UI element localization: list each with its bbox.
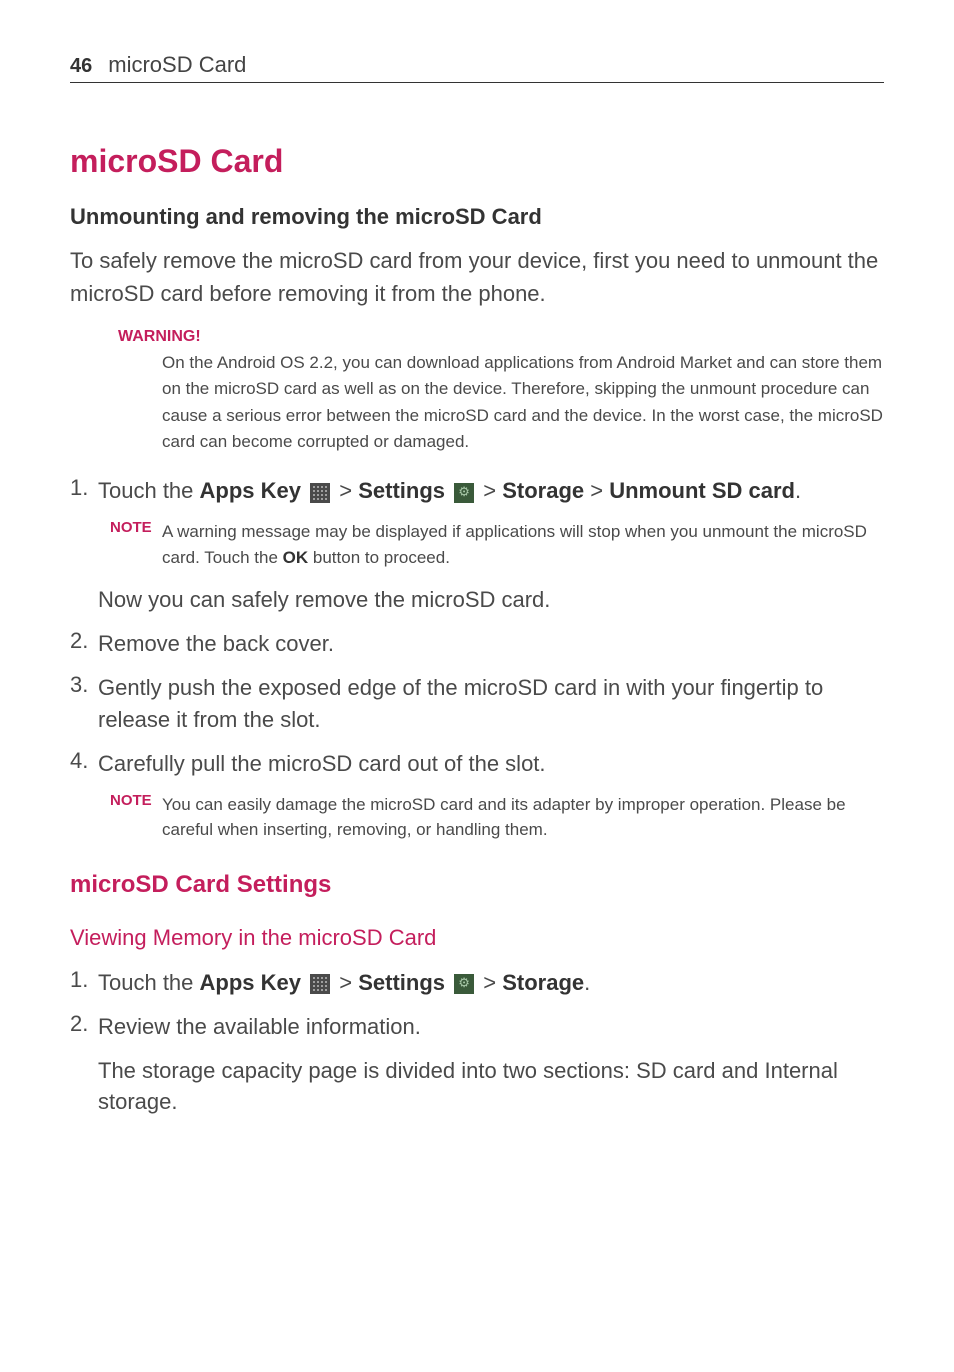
period: . — [795, 478, 801, 503]
step-content: Touch the Apps Key > Settings > Storage. — [98, 967, 590, 999]
apps-key-label: Apps Key — [200, 478, 301, 503]
settings-section-title: microSD Card Settings — [70, 871, 884, 899]
step-content: Touch the Apps Key > Settings > Storage … — [98, 475, 801, 507]
note-label: NOTE — [110, 519, 162, 570]
intro-paragraph: To safely remove the microSD card from y… — [70, 244, 884, 310]
step-number: 2. — [70, 628, 98, 660]
warning-block: WARNING! On the Android OS 2.2, you can … — [118, 328, 884, 455]
step-content: Gently push the exposed edge of the micr… — [98, 672, 884, 736]
storage-label: Storage — [502, 478, 584, 503]
unmount-label: Unmount SD card — [609, 478, 795, 503]
step1-continuation: Now you can safely remove the microSD ca… — [98, 584, 884, 616]
settings-label: Settings — [358, 478, 445, 503]
apps-key-icon — [310, 974, 330, 994]
settings-label: Settings — [358, 970, 445, 995]
apps-key-label: Apps Key — [200, 970, 301, 995]
gt1: > — [333, 970, 358, 995]
storage-label: Storage — [502, 970, 584, 995]
step-content: Remove the back cover. — [98, 628, 334, 660]
s2-step1-prefix: Touch the — [98, 970, 200, 995]
note-1: NOTE A warning message may be displayed … — [110, 519, 884, 570]
step-content: Review the available information. — [98, 1011, 421, 1043]
s2-step-2: 2. Review the available information. — [70, 1011, 884, 1043]
settings-icon — [454, 483, 474, 503]
note-text: A warning message may be displayed if ap… — [162, 519, 884, 570]
warning-text: On the Android OS 2.2, you can download … — [162, 350, 884, 455]
settings-icon — [454, 974, 474, 994]
ok-label: OK — [283, 548, 309, 567]
step-number: 1. — [70, 475, 98, 507]
note-2: NOTE You can easily damage the microSD c… — [110, 792, 884, 843]
step-content: Carefully pull the microSD card out of t… — [98, 748, 546, 780]
note-label: NOTE — [110, 792, 162, 843]
step1-prefix: Touch the — [98, 478, 200, 503]
step-number: 3. — [70, 672, 98, 736]
step-number: 4. — [70, 748, 98, 780]
period: . — [584, 970, 590, 995]
note1-text-b: button to proceed. — [308, 548, 450, 567]
header-title: microSD Card — [108, 52, 246, 78]
note1-text-a: A warning message may be displayed if ap… — [162, 522, 867, 567]
gt1: > — [333, 478, 358, 503]
step-4: 4. Carefully pull the microSD card out o… — [70, 748, 884, 780]
step-2: 2. Remove the back cover. — [70, 628, 884, 660]
apps-key-icon — [310, 483, 330, 503]
step-1: 1. Touch the Apps Key > Settings > Stora… — [70, 475, 884, 507]
main-title: microSD Card — [70, 143, 884, 180]
gt2: > — [477, 970, 502, 995]
step-3: 3. Gently push the exposed edge of the m… — [70, 672, 884, 736]
step-number: 2. — [70, 1011, 98, 1043]
unmount-subtitle: Unmounting and removing the microSD Card — [70, 204, 884, 230]
page-number: 46 — [70, 55, 92, 78]
page-header: 46 microSD Card — [70, 52, 884, 83]
gt3: > — [584, 478, 609, 503]
warning-label: WARNING! — [118, 328, 884, 346]
gt2: > — [477, 478, 502, 503]
s2-continuation: The storage capacity page is divided int… — [98, 1055, 884, 1119]
viewing-memory-title: Viewing Memory in the microSD Card — [70, 925, 884, 951]
s2-step-1: 1. Touch the Apps Key > Settings > Stora… — [70, 967, 884, 999]
note-text: You can easily damage the microSD card a… — [162, 792, 884, 843]
step-number: 1. — [70, 967, 98, 999]
